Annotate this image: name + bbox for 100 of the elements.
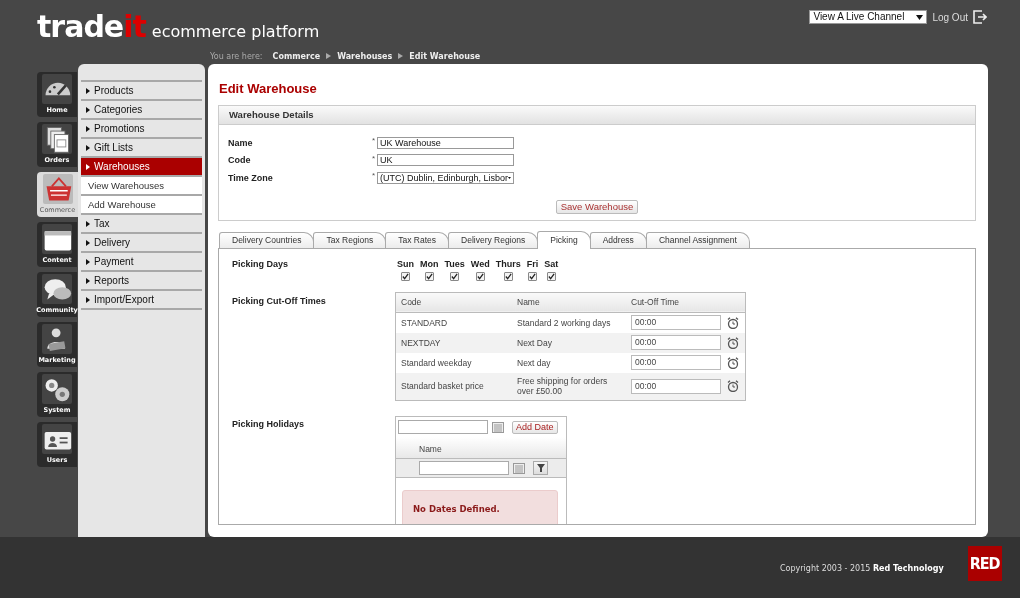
brand-tagline: ecommerce platform: [151, 22, 320, 42]
caret-icon: [86, 144, 90, 151]
checkbox[interactable]: [475, 271, 485, 281]
menu-item[interactable]: Promotions: [81, 120, 202, 139]
check-icon: [504, 272, 512, 280]
alarm-clock-icon[interactable]: [727, 336, 739, 349]
check-icon: [476, 272, 484, 280]
menu-item[interactable]: Categories: [81, 101, 202, 120]
panel-header: Warehouse Details: [219, 106, 975, 125]
breadcrumb-link[interactable]: Edit Warehouse: [409, 51, 481, 61]
menu-item[interactable]: Tax: [81, 215, 202, 234]
select-field[interactable]: (UTC) Dublin, Edinburgh, Lisbor: [377, 171, 514, 184]
field-label: Name: [228, 137, 254, 148]
input-field[interactable]: UK: [377, 154, 514, 167]
tab[interactable]: Delivery Regions: [448, 231, 539, 248]
breadcrumb-separator-icon: [326, 53, 332, 59]
required-marker: *: [372, 171, 377, 180]
copyright-text: Copyright 2003 - 2015 Red Technology: [780, 564, 944, 573]
menu-item[interactable]: Import/Export: [81, 291, 202, 310]
column-header: Name: [396, 437, 566, 458]
day-label: Thurs: [495, 258, 521, 269]
check-icon: [547, 272, 555, 280]
checkbox[interactable]: [546, 271, 556, 281]
breadcrumb-separator-icon: [398, 53, 404, 59]
submenu-item[interactable]: View Warehouses: [81, 177, 202, 196]
breadcrumb-label: You are here:: [210, 51, 263, 61]
filter-field[interactable]: [419, 461, 509, 475]
empty-message: No Dates Defined.: [402, 490, 558, 524]
required-marker: *: [372, 136, 377, 145]
menu-item[interactable]: Reports: [81, 272, 202, 291]
field-label: Time Zone: [228, 172, 274, 183]
add-date-button[interactable]: Add Date: [512, 420, 558, 434]
section-label: Picking Days: [232, 258, 290, 271]
alarm-clock-icon[interactable]: [727, 316, 739, 329]
brand-logo: tradeit: [37, 10, 146, 44]
table-cell: Standard 2 working days: [512, 312, 626, 333]
tab[interactable]: Tax Regions: [313, 231, 387, 248]
page-title: Edit Warehouse: [219, 80, 318, 98]
caret-icon: [86, 87, 90, 94]
check-icon: [402, 272, 409, 280]
tab[interactable]: Address: [589, 231, 647, 248]
day-label: Sun: [397, 258, 414, 269]
menu-item[interactable]: Warehouses: [81, 158, 202, 177]
breadcrumb-link[interactable]: Warehouses: [337, 51, 393, 61]
caret-icon: [916, 14, 924, 20]
day-label: Sat: [544, 258, 559, 269]
time-field[interactable]: 00:00: [631, 355, 721, 370]
logout-link[interactable]: Log Out: [932, 11, 968, 23]
submenu-item[interactable]: Add Warehouse: [81, 196, 202, 215]
required-marker: *: [372, 153, 377, 163]
input-field[interactable]: UK Warehouse: [377, 136, 514, 149]
tab[interactable]: Picking: [537, 230, 591, 249]
tab[interactable]: Channel Assignment: [645, 231, 750, 248]
company-logo: RED: [967, 546, 1002, 581]
table-cell: Next Day: [512, 332, 626, 353]
check-icon: [528, 272, 536, 280]
filter-button[interactable]: [533, 461, 548, 475]
tab[interactable]: Delivery Countries: [219, 231, 315, 248]
caret-icon: [86, 125, 90, 132]
time-field[interactable]: 00:00: [631, 378, 721, 394]
calendar-icon[interactable]: [492, 421, 504, 433]
alarm-clock-icon[interactable]: [727, 380, 739, 393]
menu-item[interactable]: Delivery: [81, 234, 202, 253]
alarm-clock-icon[interactable]: [727, 356, 739, 369]
column-header: Code: [395, 292, 512, 312]
section-label: Picking Holidays: [232, 418, 306, 431]
checkbox[interactable]: [503, 271, 513, 281]
menu-item[interactable]: Products: [81, 82, 202, 101]
checkbox[interactable]: [424, 271, 434, 281]
checkbox[interactable]: [401, 271, 410, 281]
caret-icon: [86, 106, 90, 113]
time-field[interactable]: 00:00: [631, 335, 721, 350]
save-button[interactable]: Save Warehouse: [555, 199, 639, 214]
column-header: Cut-Off Time: [626, 292, 746, 312]
check-icon: [451, 272, 459, 280]
breadcrumb-link[interactable]: Commerce: [272, 51, 321, 61]
day-label: Tues: [444, 258, 465, 269]
table-cell: NEXTDAY: [395, 332, 512, 353]
logout-icon[interactable]: [973, 10, 987, 24]
caret-icon: [86, 296, 90, 303]
menu-item[interactable]: Payment: [81, 253, 202, 272]
table-cell: Standard basket price: [395, 372, 512, 401]
caret-icon: [86, 258, 90, 265]
table-cell: Next day: [512, 352, 626, 373]
table-cell: Standard weekday: [395, 352, 512, 373]
field-label: Code: [228, 155, 252, 166]
column-header: Name: [512, 292, 626, 312]
filter-icon: [536, 464, 545, 472]
caret-icon: [86, 163, 90, 170]
time-field[interactable]: 00:00: [631, 315, 721, 330]
day-label: Wed: [470, 258, 490, 269]
channel-select[interactable]: View A Live Channel: [809, 10, 928, 24]
checkbox[interactable]: [527, 271, 537, 281]
check-icon: [425, 272, 433, 280]
caret-icon: [86, 277, 90, 284]
checkbox[interactable]: [450, 271, 460, 281]
table-cell: STANDARD: [395, 312, 512, 333]
date-field[interactable]: [398, 420, 488, 434]
table-cell: Free shipping for orders over £50.00: [512, 372, 626, 401]
tab[interactable]: Tax Rates: [385, 231, 450, 248]
